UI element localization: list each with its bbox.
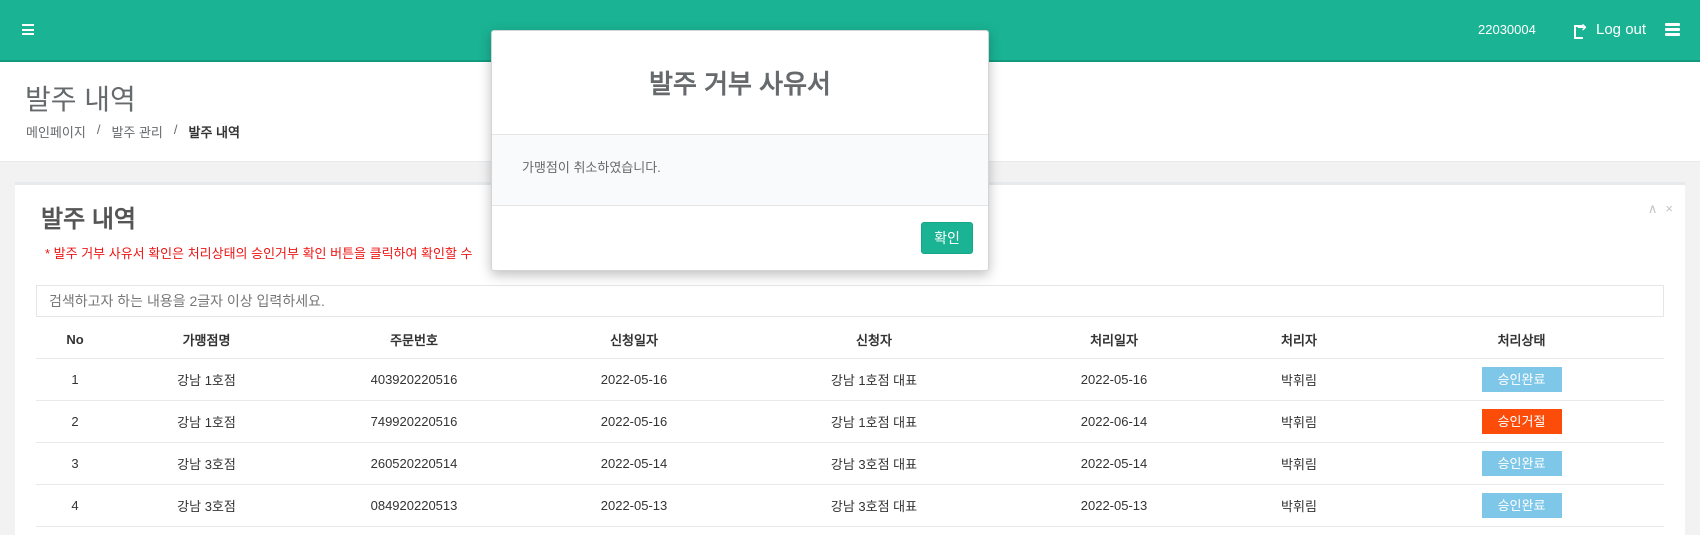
status-badge[interactable]: 승인완료 (1481, 492, 1562, 518)
modal-title: 발주 거부 사유서 (649, 69, 831, 99)
cell-status: 승인완료 (1379, 358, 1664, 401)
table-row[interactable]: 3 강남 3호점 260520220514 2022-05-14 강남 3호점 … (36, 442, 1664, 485)
settings-icon[interactable] (1665, 23, 1680, 36)
cell-process-date: 2022-05-13 (1009, 484, 1219, 527)
cell-processor: 박휘림 (1219, 358, 1379, 401)
panel-title: 발주 내역 (41, 206, 136, 233)
table-row[interactable]: 1 강남 1호점 403920220516 2022-05-16 강남 1호점 … (36, 358, 1664, 401)
cell-process-date: 2022-06-14 (1009, 400, 1219, 443)
menu-icon[interactable] (22, 24, 34, 35)
user-id: 22030004 (1478, 22, 1536, 37)
column-header-request-date[interactable]: 신청일자 (529, 322, 739, 359)
column-header-process-date[interactable]: 처리일자 (1009, 322, 1219, 359)
cell-status: 승인완료 (1379, 442, 1664, 485)
modal-body: 가맹점이 취소하였습니다. (492, 135, 988, 206)
confirm-button[interactable]: 확인 (921, 222, 973, 254)
cell-status: 승인거절 (1379, 400, 1664, 443)
search-input[interactable] (36, 285, 1664, 317)
modal-message: 가맹점이 취소하였습니다. (522, 160, 661, 175)
cell-order-number: 403920220516 (299, 358, 529, 401)
cell-requester: 강남 3호점 대표 (739, 484, 1009, 527)
logout-link[interactable]: Log out (1574, 20, 1647, 39)
panel-tools: ∧ × (1648, 201, 1673, 217)
cell-processor: 박휘림 (1219, 442, 1379, 485)
cell-requester: 강남 1호점 대표 (739, 358, 1009, 401)
cell-order-number: 084920220513 (299, 484, 529, 527)
order-table: No 가맹점명 주문번호 신청일자 신청자 처리일자 처리자 처리상태 1 강남… (36, 322, 1664, 527)
cell-order-number: 260520220514 (299, 442, 529, 485)
cell-status: 승인완료 (1379, 484, 1664, 527)
cell-process-date: 2022-05-16 (1009, 358, 1219, 401)
breadcrumb-separator: / (96, 122, 101, 137)
column-header-processor[interactable]: 처리자 (1219, 322, 1379, 359)
cell-store: 강남 3호점 (114, 484, 299, 527)
cell-requester: 강남 3호점 대표 (739, 442, 1009, 485)
column-header-requester[interactable]: 신청자 (739, 322, 1009, 359)
cell-requester: 강남 1호점 대표 (739, 400, 1009, 443)
cell-no: 2 (36, 400, 114, 443)
notice-text: * 발주 거부 사유서 확인은 처리상태의 승인거부 확인 버튼을 클릭하여 확… (45, 246, 473, 261)
cell-no: 3 (36, 442, 114, 485)
logout-label: Log out (1596, 21, 1647, 38)
cell-processor: 박휘림 (1219, 400, 1379, 443)
page-title: 발주 내역 (25, 84, 136, 115)
modal-header: 발주 거부 사유서 (492, 31, 988, 135)
cell-no: 4 (36, 484, 114, 527)
collapse-icon[interactable]: ∧ (1648, 201, 1658, 217)
sign-out-icon (1574, 20, 1588, 39)
cell-store: 강남 1호점 (114, 358, 299, 401)
cell-request-date: 2022-05-14 (529, 442, 739, 485)
status-badge[interactable]: 승인완료 (1481, 366, 1562, 392)
status-badge[interactable]: 승인거절 (1481, 408, 1562, 434)
cell-store: 강남 3호점 (114, 442, 299, 485)
column-header-no[interactable]: No (36, 322, 114, 359)
column-header-status[interactable]: 처리상태 (1379, 322, 1664, 359)
modal-footer: 확인 (492, 206, 988, 270)
cell-request-date: 2022-05-16 (529, 400, 739, 443)
cell-processor: 박휘림 (1219, 484, 1379, 527)
cell-request-date: 2022-05-16 (529, 358, 739, 401)
breadcrumb-current: 발주 내역 (188, 125, 240, 140)
cell-process-date: 2022-05-14 (1009, 442, 1219, 485)
table-row[interactable]: 4 강남 3호점 084920220513 2022-05-13 강남 3호점 … (36, 484, 1664, 527)
breadcrumb-home[interactable]: 메인페이지 (26, 122, 86, 141)
cell-order-number: 749920220516 (299, 400, 529, 443)
breadcrumb: 메인페이지 / 발주 관리 / 발주 내역 (26, 122, 240, 141)
cell-no: 1 (36, 358, 114, 401)
cell-request-date: 2022-05-13 (529, 484, 739, 527)
table-header-row: No 가맹점명 주문번호 신청일자 신청자 처리일자 처리자 처리상태 (36, 322, 1664, 359)
column-header-order-number[interactable]: 주문번호 (299, 322, 529, 359)
column-header-store[interactable]: 가맹점명 (114, 322, 299, 359)
breadcrumb-separator: / (173, 122, 178, 137)
cell-store: 강남 1호점 (114, 400, 299, 443)
breadcrumb-order-management[interactable]: 발주 관리 (111, 122, 162, 141)
rejection-reason-modal: 발주 거부 사유서 가맹점이 취소하였습니다. 확인 (491, 30, 989, 271)
close-icon[interactable]: × (1665, 201, 1673, 217)
status-badge[interactable]: 승인완료 (1481, 450, 1562, 476)
table-row[interactable]: 2 강남 1호점 749920220516 2022-05-16 강남 1호점 … (36, 400, 1664, 443)
